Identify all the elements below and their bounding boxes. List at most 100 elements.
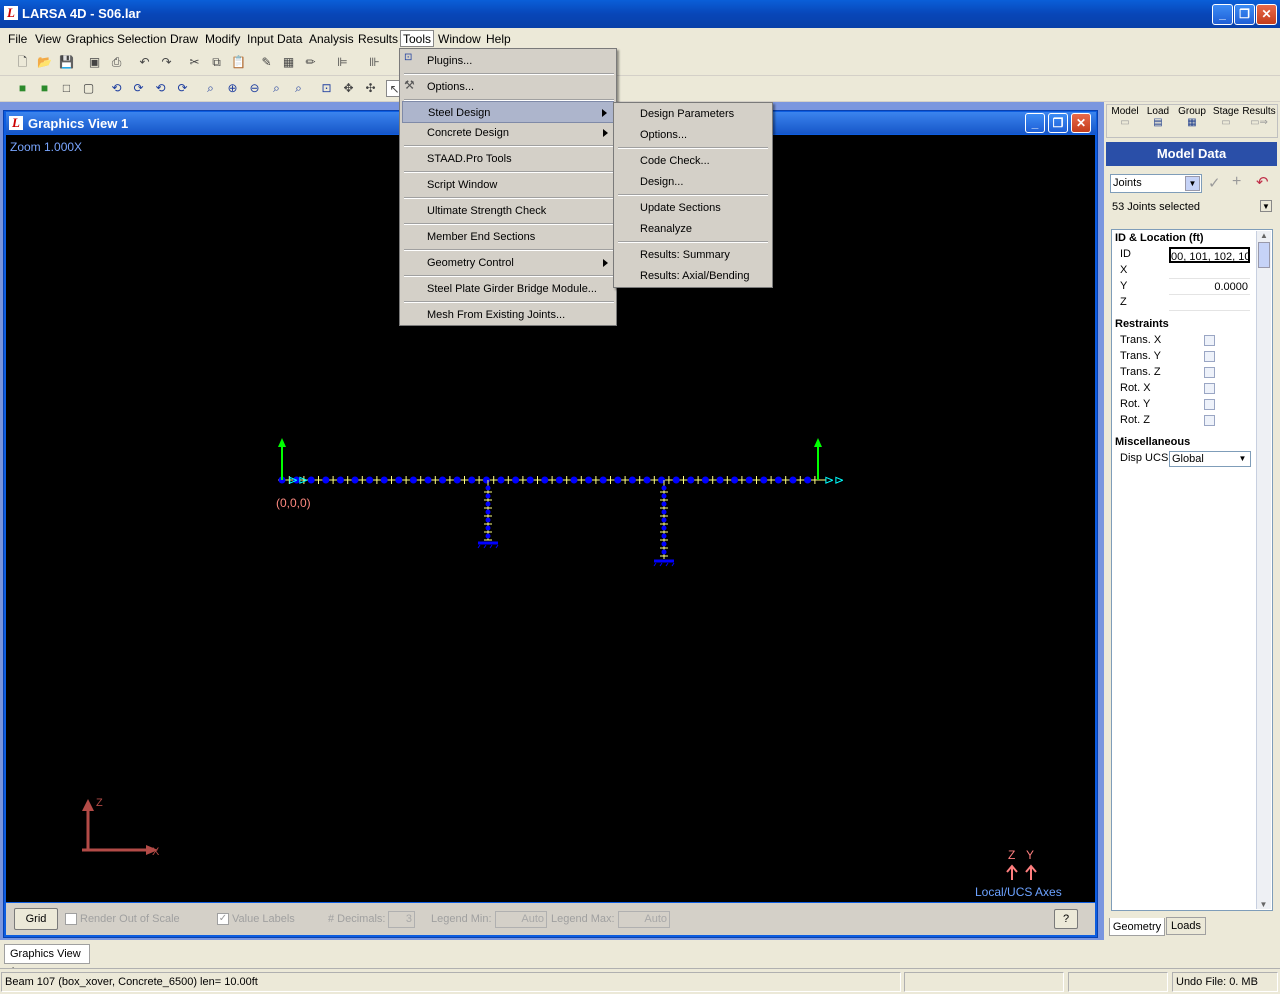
pier-joint-marker[interactable] bbox=[661, 533, 667, 539]
y-field[interactable]: 0.0000 bbox=[1169, 279, 1250, 295]
submenu-item-update-sections[interactable]: Update Sections bbox=[617, 198, 769, 218]
apply-check-icon[interactable]: ✓ bbox=[1208, 174, 1221, 192]
trans-y-checkbox[interactable] bbox=[1204, 351, 1215, 362]
legend-min-input[interactable]: Auto bbox=[495, 911, 547, 928]
menu-item-options[interactable]: Options... bbox=[402, 76, 614, 98]
pier-joint-marker[interactable] bbox=[485, 533, 491, 539]
menu-view[interactable]: View bbox=[33, 31, 63, 48]
trans-z-checkbox[interactable] bbox=[1204, 367, 1215, 378]
joint-marker[interactable] bbox=[643, 476, 651, 484]
joint-marker[interactable] bbox=[789, 476, 797, 484]
window-tab-graphics-view[interactable]: Graphics View 1 bbox=[4, 944, 90, 978]
tab-geometry[interactable]: Geometry bbox=[1109, 918, 1165, 936]
joint-marker[interactable] bbox=[395, 476, 403, 484]
scroll-down-icon[interactable]: ▼ bbox=[1257, 900, 1270, 909]
tab-load[interactable]: Load ▤ bbox=[1144, 106, 1172, 128]
joint-marker[interactable] bbox=[336, 476, 344, 484]
menu-item-steel-design[interactable]: Steel Design bbox=[402, 101, 614, 123]
joint-marker[interactable] bbox=[628, 476, 636, 484]
orbit-icon[interactable]: ✣ bbox=[362, 80, 379, 97]
chevron-down-icon[interactable]: ▼ bbox=[1236, 453, 1249, 465]
menu-item-script-window[interactable]: Script Window bbox=[402, 174, 614, 196]
pier-joint-marker[interactable] bbox=[661, 509, 667, 515]
tab-results[interactable]: Results ▭⇒ bbox=[1242, 106, 1276, 128]
joint-marker[interactable] bbox=[599, 476, 607, 484]
menu-tools[interactable]: Tools bbox=[400, 30, 435, 47]
joint-marker[interactable] bbox=[614, 476, 622, 484]
pier-joint-marker[interactable] bbox=[485, 525, 491, 531]
align-icon[interactable]: ⊫ bbox=[334, 54, 351, 71]
save-icon[interactable]: 💾 bbox=[58, 54, 75, 71]
pier-joint-marker[interactable] bbox=[485, 485, 491, 491]
joint-marker[interactable] bbox=[570, 476, 578, 484]
joint-marker[interactable] bbox=[424, 476, 432, 484]
zoom-window-icon[interactable]: ⊡ bbox=[318, 80, 335, 97]
joint-marker[interactable] bbox=[497, 476, 505, 484]
joint-marker[interactable] bbox=[526, 476, 534, 484]
grid-button[interactable]: Grid bbox=[14, 908, 58, 930]
redo-icon[interactable]: ↷ bbox=[158, 54, 175, 71]
z-field[interactable] bbox=[1169, 295, 1250, 311]
joint-marker[interactable] bbox=[774, 476, 782, 484]
pan-icon[interactable]: ✥ bbox=[340, 80, 357, 97]
distribute-icon[interactable]: ⊪ bbox=[366, 54, 383, 71]
menu-graphics[interactable]: Graphics bbox=[64, 31, 116, 48]
trans-x-checkbox[interactable] bbox=[1204, 335, 1215, 346]
pier-joint-marker[interactable] bbox=[661, 501, 667, 507]
joint-marker[interactable] bbox=[307, 476, 315, 484]
menu-analysis[interactable]: Analysis bbox=[307, 31, 356, 48]
view-minimize-button[interactable]: _ bbox=[1025, 113, 1045, 133]
joint-marker[interactable] bbox=[351, 476, 359, 484]
value-labels-checkbox[interactable]: ✓ bbox=[217, 913, 229, 925]
edit-spreadsheet-icon[interactable]: ✎ bbox=[258, 54, 275, 71]
joint-marker[interactable] bbox=[672, 476, 680, 484]
rotate-left-icon[interactable]: ⟲ bbox=[108, 80, 125, 97]
maximize-button[interactable]: ❐ bbox=[1234, 4, 1255, 25]
submenu-item-reanalyze[interactable]: Reanalyze bbox=[617, 219, 769, 239]
menu-item-mesh-from-joints[interactable]: Mesh From Existing Joints... bbox=[402, 304, 614, 326]
joint-marker[interactable] bbox=[366, 476, 374, 484]
rotate-down-icon[interactable]: ⟳ bbox=[174, 80, 191, 97]
x-field[interactable] bbox=[1169, 263, 1250, 279]
joint-marker[interactable] bbox=[731, 476, 739, 484]
selection-dropdown-icon[interactable]: ▼ bbox=[1260, 200, 1272, 212]
menu-results[interactable]: Results bbox=[356, 31, 400, 48]
joint-marker[interactable] bbox=[468, 476, 476, 484]
menu-help[interactable]: Help bbox=[484, 31, 513, 48]
tab-stage[interactable]: Stage ▭ bbox=[1212, 106, 1240, 128]
pier-joint-marker[interactable] bbox=[661, 485, 667, 491]
pier-joint-marker[interactable] bbox=[485, 493, 491, 499]
paste-icon[interactable]: 📋 bbox=[230, 54, 247, 71]
scroll-up-icon[interactable]: ▲ bbox=[1257, 231, 1271, 240]
minimize-button[interactable]: _ bbox=[1212, 4, 1233, 25]
view-maximize-button[interactable]: ❐ bbox=[1048, 113, 1068, 133]
close-button[interactable]: ✕ bbox=[1256, 4, 1277, 25]
rot-y-checkbox[interactable] bbox=[1204, 399, 1215, 410]
object-type-select[interactable]: Joints ▼ bbox=[1110, 174, 1202, 193]
menu-item-staad-pro-tools[interactable]: STAAD.Pro Tools bbox=[402, 148, 614, 170]
joint-marker[interactable] bbox=[760, 476, 768, 484]
joint-marker[interactable] bbox=[701, 476, 709, 484]
cut-icon[interactable]: ✂ bbox=[186, 54, 203, 71]
copy-icon[interactable]: ⧉ bbox=[208, 54, 225, 71]
joint-marker[interactable] bbox=[380, 476, 388, 484]
menu-item-concrete-design[interactable]: Concrete Design bbox=[402, 122, 614, 144]
disp-ucs-select[interactable]: Global ▼ bbox=[1169, 451, 1251, 467]
pier-joint-marker[interactable] bbox=[485, 509, 491, 515]
scroll-thumb[interactable] bbox=[1258, 242, 1270, 268]
pier-joints[interactable] bbox=[484, 485, 668, 557]
pier-joint-marker[interactable] bbox=[485, 517, 491, 523]
zoom-out-icon[interactable]: ⊖ bbox=[246, 80, 263, 97]
id-field[interactable]: 00, 101, 102, 103 bbox=[1169, 247, 1250, 263]
joint-marker[interactable] bbox=[439, 476, 447, 484]
joint-marker[interactable] bbox=[555, 476, 563, 484]
render-out-of-scale-checkbox[interactable] bbox=[65, 913, 77, 925]
undo-red-icon[interactable]: ↶ bbox=[1256, 173, 1269, 191]
menu-item-geometry-control[interactable]: Geometry Control bbox=[402, 252, 614, 274]
joint-marker[interactable] bbox=[322, 476, 330, 484]
joint-marker[interactable] bbox=[745, 476, 753, 484]
rotate-up-icon[interactable]: ⟲ bbox=[152, 80, 169, 97]
joint-marker[interactable] bbox=[512, 476, 520, 484]
menu-item-ultimate-strength-check[interactable]: Ultimate Strength Check bbox=[402, 200, 614, 222]
render-wire-icon[interactable]: □ bbox=[58, 80, 75, 97]
